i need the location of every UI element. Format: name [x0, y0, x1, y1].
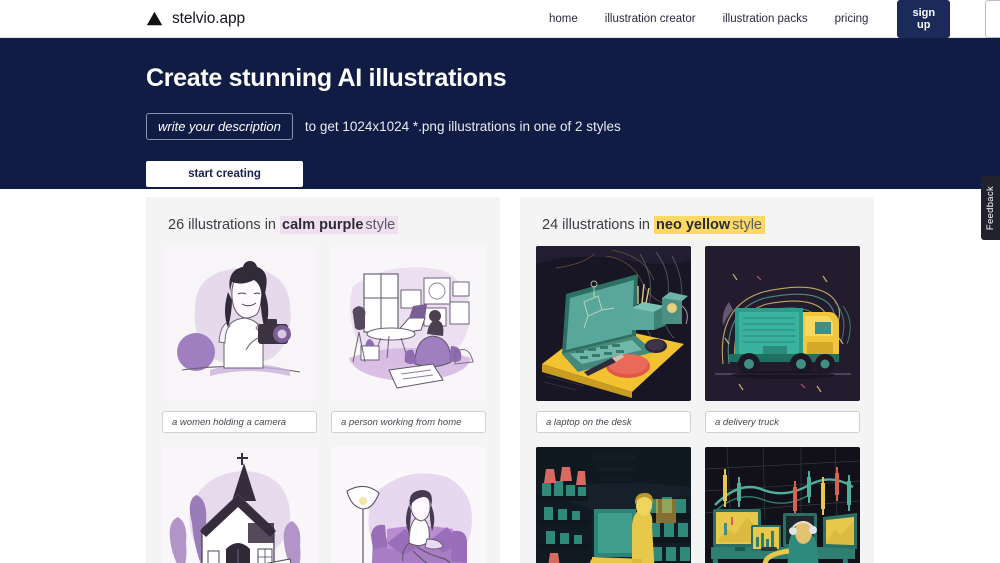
illustration-card: [705, 447, 860, 563]
feedback-tab[interactable]: Feedback: [981, 176, 1000, 240]
illustration-thumbnail-church[interactable]: [162, 447, 317, 563]
illustration-card: [536, 447, 691, 563]
sign-up-button[interactable]: sign up: [897, 0, 951, 38]
illustration-thumbnail-laptop-desk[interactable]: [536, 246, 691, 401]
thumbnail-grid-calm-purple: a women holding a camera a person workin…: [162, 246, 486, 563]
feedback-tab-label: Feedback: [985, 185, 996, 231]
top-navigation-bar: stelvio.app home illustration creator il…: [0, 0, 1000, 38]
description-input-chip[interactable]: write your description: [146, 113, 293, 140]
panel-count-text: 24 illustrations in: [542, 217, 650, 233]
panel-title-calm-purple: 26 illustrations in calm purple style: [168, 216, 484, 234]
nav-links: home illustration creator illustration p…: [549, 0, 1000, 38]
illustration-card: a laptop on the desk: [536, 246, 691, 433]
log-in-button[interactable]: log in: [985, 0, 1000, 38]
illustration-card: a person working from home: [331, 246, 486, 433]
thumbnail-grid-neo-yellow: a laptop on the desk a delivery truck: [536, 246, 860, 563]
illustration-caption[interactable]: a laptop on the desk: [536, 411, 691, 433]
nav-item-pricing[interactable]: pricing: [835, 13, 869, 25]
start-creating-button[interactable]: start creating: [146, 161, 303, 187]
illustration-caption[interactable]: a women holding a camera: [162, 411, 317, 433]
illustration-card: a women holding a camera: [162, 246, 317, 433]
hero-title: Create stunning AI illustrations: [146, 64, 507, 92]
panel-style-name: calm purple: [280, 216, 366, 234]
illustration-card: [331, 447, 486, 563]
nav-item-illustration-creator[interactable]: illustration creator: [605, 13, 696, 25]
nav-item-home[interactable]: home: [549, 13, 578, 25]
hero-section: Create stunning AI illustrations write y…: [0, 38, 1000, 189]
illustration-card: [162, 447, 317, 563]
triangle-logo-icon: [146, 11, 163, 26]
illustration-thumbnail-home-office[interactable]: [331, 246, 486, 401]
panel-style-suffix: style: [732, 216, 765, 234]
nav-item-illustration-packs[interactable]: illustration packs: [723, 13, 808, 25]
illustration-card: a delivery truck: [705, 246, 860, 433]
illustration-caption[interactable]: a delivery truck: [705, 411, 860, 433]
panel-calm-purple: 26 illustrations in calm purple style a …: [146, 197, 500, 563]
illustration-thumbnail-trading-desk[interactable]: [705, 447, 860, 563]
panel-style-name: neo yellow: [654, 216, 733, 234]
brand-name: stelvio.app: [172, 9, 246, 27]
panel-title-neo-yellow: 24 illustrations in neo yellow style: [542, 216, 858, 234]
illustration-gallery: 26 illustrations in calm purple style a …: [0, 189, 1000, 563]
illustration-thumbnail-woman-sofa[interactable]: [331, 447, 486, 563]
panel-style-suffix: style: [365, 216, 399, 234]
brand-logo[interactable]: stelvio.app: [146, 10, 245, 28]
illustration-thumbnail-warehouse-aisle[interactable]: [536, 447, 691, 563]
panel-neo-yellow: 24 illustrations in neo yellow style a l…: [520, 197, 874, 563]
hero-subtitle-text: to get 1024x1024 *.png illustrations in …: [304, 119, 621, 134]
hero-subtitle-row: write your description to get 1024x1024 …: [146, 113, 1000, 140]
illustration-thumbnail-woman-camera[interactable]: [162, 246, 317, 401]
panel-count-text: 26 illustrations in: [168, 217, 276, 233]
illustration-caption[interactable]: a person working from home: [331, 411, 486, 433]
illustration-thumbnail-delivery-truck[interactable]: [705, 246, 860, 401]
